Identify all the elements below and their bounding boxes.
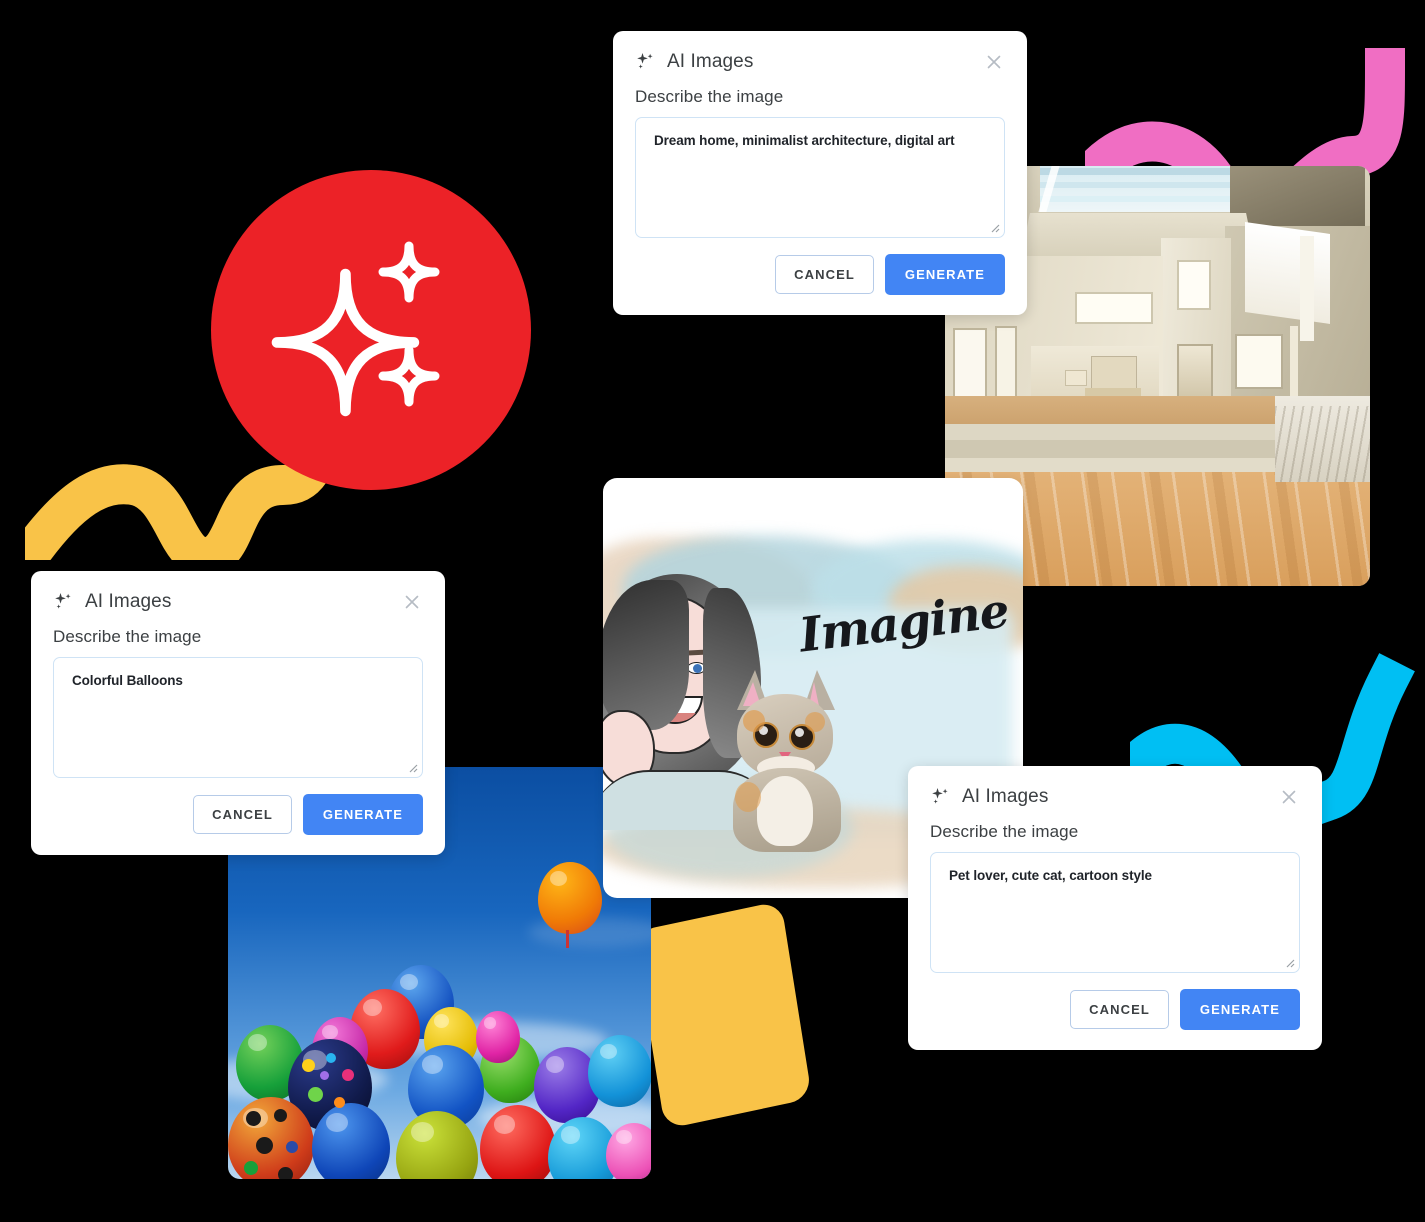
sparkle-icon — [932, 788, 948, 804]
prompt-input[interactable] — [930, 852, 1300, 974]
dialog-header: AI Images — [635, 51, 1005, 73]
cancel-button[interactable]: CANCEL — [775, 255, 874, 295]
dialog-actions: CANCEL GENERATE — [53, 794, 423, 836]
sparkle-icon — [55, 593, 71, 609]
sparkle-icon — [637, 53, 653, 69]
generate-button[interactable]: GENERATE — [1179, 989, 1300, 1031]
generate-button[interactable]: GENERATE — [884, 254, 1005, 296]
generate-button[interactable]: GENERATE — [302, 794, 423, 836]
ai-images-dialog-dream-home[interactable]: AI Images Describe the image CANCEL GENE… — [613, 31, 1027, 316]
yellow-rounded-square — [633, 900, 813, 1130]
describe-image-label: Describe the image — [53, 627, 202, 646]
dialog-header: AI Images — [930, 786, 1300, 808]
sparkle-icon — [271, 241, 440, 417]
dialog-title: AI Images — [85, 591, 172, 612]
close-icon[interactable] — [401, 591, 423, 613]
prompt-field-wrapper — [635, 117, 1005, 239]
describe-image-label: Describe the image — [635, 87, 784, 106]
close-icon[interactable] — [983, 51, 1005, 73]
close-icon[interactable] — [1278, 786, 1300, 808]
prompt-field-wrapper — [930, 852, 1300, 974]
dialog-actions: CANCEL GENERATE — [930, 989, 1300, 1031]
dialog-title: AI Images — [962, 786, 1049, 807]
describe-image-label: Describe the image — [930, 822, 1079, 841]
balloon — [538, 862, 602, 934]
ai-sparkle-badge — [211, 170, 531, 490]
prompt-field-wrapper — [53, 657, 423, 779]
hero-composition: Imagine AI Images Describe the image Dre… — [0, 0, 1425, 1222]
dialog-header: AI Images — [53, 591, 423, 613]
dialog-actions: CANCEL GENERATE — [635, 254, 1005, 296]
ai-images-dialog-colorful-balloons[interactable]: AI Images Describe the image CANCEL GENE… — [31, 571, 445, 856]
ai-images-dialog-pet-lover[interactable]: AI Images Describe the image CANCEL GENE… — [908, 766, 1322, 1051]
prompt-input[interactable] — [53, 657, 423, 779]
cancel-button[interactable]: CANCEL — [193, 795, 292, 835]
dialog-title: AI Images — [667, 51, 754, 72]
prompt-input[interactable] — [635, 117, 1005, 239]
cancel-button[interactable]: CANCEL — [1070, 990, 1169, 1030]
